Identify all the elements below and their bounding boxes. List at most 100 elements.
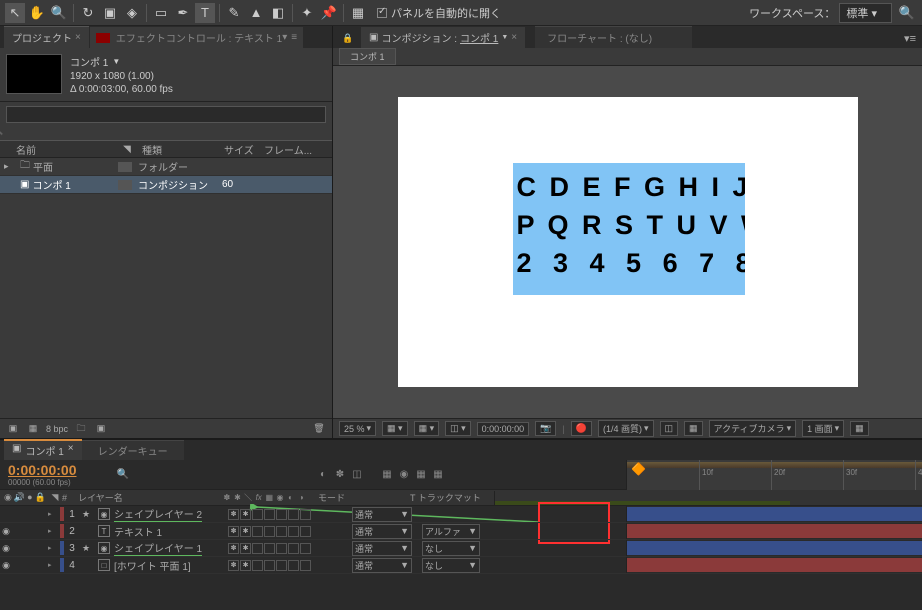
- interpret-icon[interactable]: ▣: [6, 422, 20, 436]
- playhead-icon[interactable]: 🔶: [631, 462, 646, 476]
- project-row[interactable]: ▸ 🗀 平面 フォルダー: [0, 158, 332, 176]
- blend-mode-dropdown[interactable]: 通常▼: [352, 524, 412, 539]
- new-folder-icon[interactable]: 🗀: [74, 422, 88, 436]
- delete-icon[interactable]: 🗑: [312, 422, 326, 436]
- timecode-display[interactable]: 0:00:00:00: [477, 422, 530, 436]
- panel-menu-icon[interactable]: ▾≡: [898, 29, 922, 48]
- render-queue-tab[interactable]: レンダーキュー: [82, 440, 184, 460]
- frame-blend-toggle[interactable]: ▦: [380, 468, 394, 482]
- shy-toggle[interactable]: ◐: [316, 468, 330, 482]
- channel-icon[interactable]: 🔴: [571, 421, 592, 436]
- eraser-tool[interactable]: ◧: [268, 3, 288, 23]
- view-dropdown[interactable]: 1 画面 ▾: [802, 420, 844, 437]
- layer-duration-bar[interactable]: [627, 524, 922, 538]
- comp-thumbnail[interactable]: [6, 54, 62, 94]
- pan-behind-tool[interactable]: ◈: [122, 3, 142, 23]
- switch[interactable]: [300, 543, 311, 554]
- effect-controls-tab[interactable]: エフェクトコントロール : テキスト 1 ▾ ≡: [90, 27, 303, 48]
- selection-tool[interactable]: ↖: [5, 3, 25, 23]
- switch[interactable]: ✱: [240, 509, 251, 520]
- switch[interactable]: [300, 509, 311, 520]
- new-comp-icon[interactable]: ▣: [94, 422, 108, 436]
- collapse-toggle[interactable]: ✽: [333, 468, 347, 482]
- switch[interactable]: [252, 543, 263, 554]
- depth-icon[interactable]: ▦: [26, 422, 40, 436]
- project-row[interactable]: ▣ コンポ 1 コンポジション 60: [0, 176, 332, 194]
- visibility-toggle[interactable]: ◉: [0, 560, 12, 571]
- visibility-toggle[interactable]: ◉: [0, 543, 12, 554]
- timeline-tab[interactable]: ▣ コンポ 1 ×: [4, 439, 82, 460]
- switch[interactable]: ✽: [228, 526, 239, 537]
- switch[interactable]: [300, 560, 311, 571]
- blend-mode-dropdown[interactable]: 通常▼: [352, 558, 412, 573]
- text-tool[interactable]: T: [195, 3, 215, 23]
- blur-toggle[interactable]: ◫: [350, 468, 364, 482]
- timeline-layer-row[interactable]: ◉ ▸ 2 T テキスト 1 ✽ ✱ 通常▼ アルファ▼: [0, 523, 922, 540]
- snapshot-icon[interactable]: 📷: [535, 421, 556, 436]
- timeline-layer-row[interactable]: ◉ ▸ 3 ★ ◉ シェイプレイヤー 1 ✽ ✱ 通常▼ なし▼: [0, 540, 922, 557]
- shape-tool[interactable]: ▭: [151, 3, 171, 23]
- pen-tool[interactable]: ✒: [173, 3, 193, 23]
- layer-color[interactable]: [60, 558, 64, 572]
- switch[interactable]: ✱: [240, 543, 251, 554]
- switch[interactable]: ✱: [240, 560, 251, 571]
- switch[interactable]: [264, 560, 275, 571]
- flowchart-tab[interactable]: フローチャート : (なし): [535, 26, 692, 48]
- switch[interactable]: [288, 526, 299, 537]
- auto-open-checkbox[interactable]: パネルを自動的に開く: [377, 5, 501, 21]
- composition-viewer[interactable]: C D E F G H I J K P Q R S T U V W 2 3 4 …: [333, 66, 922, 418]
- workspace-dropdown[interactable]: 標準 ▾: [839, 3, 892, 23]
- panel-icon[interactable]: ▦: [348, 3, 368, 23]
- switch[interactable]: [300, 526, 311, 537]
- search-icon[interactable]: 🔍: [897, 3, 917, 23]
- layer-duration-bar[interactable]: [627, 541, 922, 555]
- roto-tool[interactable]: ✦: [297, 3, 317, 23]
- zoom-dropdown[interactable]: 25 % ▾: [339, 421, 376, 436]
- switch[interactable]: [252, 560, 263, 571]
- clone-tool[interactable]: ▲: [246, 3, 266, 23]
- layer-color[interactable]: [60, 507, 64, 521]
- pin-tool[interactable]: 📌: [319, 3, 339, 23]
- lock-icon[interactable]: 🔒: [338, 28, 358, 48]
- switch[interactable]: [288, 509, 299, 520]
- time-ruler[interactable]: 🔶 10f 20f 30f 40: [627, 460, 922, 490]
- camera-dropdown[interactable]: アクティブカメラ ▾: [709, 420, 797, 437]
- brainstorm-icon[interactable]: ▦: [431, 468, 445, 482]
- project-tab[interactable]: プロジェクト×: [4, 26, 89, 48]
- timeline-layer-row[interactable]: ◉ ▸ 4 □ [ホワイト 平面 1] ✽ ✱ 通常▼ なし▼: [0, 557, 922, 574]
- hand-tool[interactable]: ✋: [27, 3, 47, 23]
- toggle-icon[interactable]: ▦: [850, 421, 869, 436]
- switch[interactable]: [264, 543, 275, 554]
- resolution-icon[interactable]: ▦ ▾: [382, 421, 408, 436]
- layer-duration-bar[interactable]: [627, 507, 922, 521]
- switch[interactable]: [288, 560, 299, 571]
- trackmatte-dropdown[interactable]: アルファ▼: [422, 524, 480, 539]
- search-icon[interactable]: 🔍: [116, 468, 130, 482]
- switch[interactable]: [288, 543, 299, 554]
- blend-mode-dropdown[interactable]: 通常▼: [352, 541, 412, 556]
- switch[interactable]: [276, 560, 287, 571]
- transparency-icon[interactable]: ▦: [684, 421, 703, 436]
- graph-editor-toggle[interactable]: ▦: [414, 468, 428, 482]
- visibility-toggle[interactable]: ◉: [0, 526, 12, 537]
- switch[interactable]: [252, 509, 263, 520]
- switch[interactable]: [276, 543, 287, 554]
- switch[interactable]: ✱: [240, 526, 251, 537]
- blend-mode-dropdown[interactable]: 通常▼: [352, 507, 412, 522]
- mask-icon[interactable]: ◫ ▾: [445, 421, 471, 436]
- current-time[interactable]: 0:00:00:00: [8, 462, 100, 478]
- trackmatte-dropdown[interactable]: なし▼: [422, 558, 480, 573]
- timeline-layer-row[interactable]: ▸ 1 ★ ◉ シェイプレイヤー 2 ✽ ✱ 通常▼: [0, 506, 922, 523]
- composition-tab[interactable]: ▣ コンポジション : コンポ 1 ▼ ×: [361, 27, 525, 48]
- camera-tool[interactable]: ▣: [100, 3, 120, 23]
- brush-tool[interactable]: ✎: [224, 3, 244, 23]
- quality-dropdown[interactable]: (1/4 画質) ▾: [598, 420, 654, 437]
- zoom-tool[interactable]: 🔍: [49, 3, 69, 23]
- layer-duration-bar[interactable]: [627, 558, 922, 572]
- grid-icon[interactable]: ▦ ▾: [414, 421, 440, 436]
- comp-sub-tab[interactable]: コンポ 1: [339, 48, 396, 65]
- layer-color[interactable]: [60, 541, 64, 555]
- motion-blur-toggle[interactable]: ◉: [397, 468, 411, 482]
- switch[interactable]: [276, 526, 287, 537]
- switch[interactable]: ✽: [228, 560, 239, 571]
